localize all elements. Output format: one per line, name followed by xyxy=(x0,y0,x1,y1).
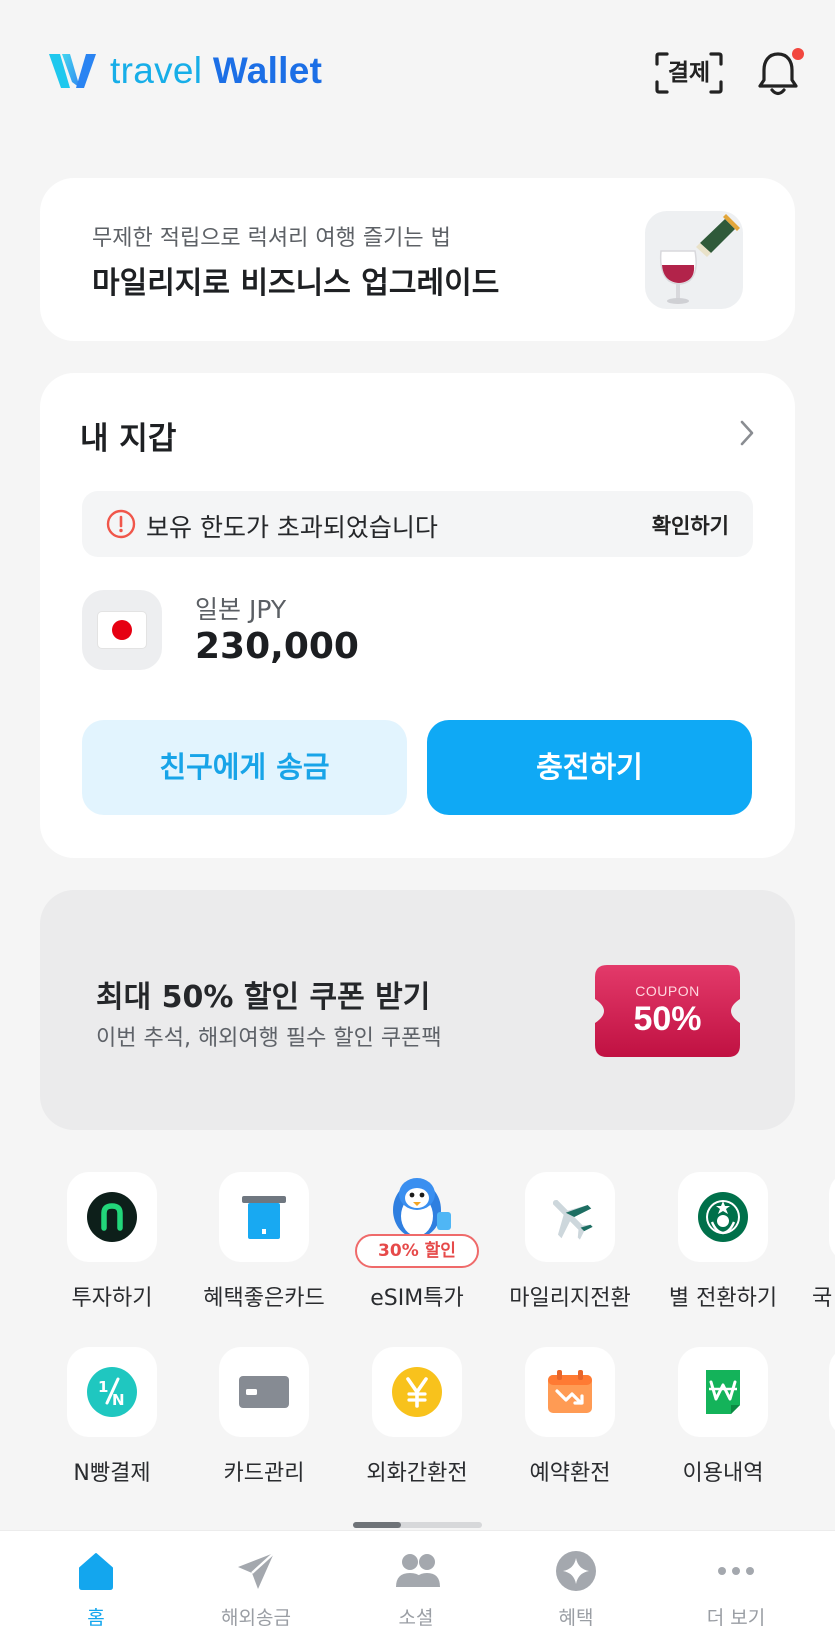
wallet-header-link[interactable]: 내 지갑 xyxy=(80,413,755,457)
shortcut-label: 투자하기 xyxy=(71,1286,153,1311)
logo-text-travel: travel xyxy=(110,50,203,91)
tab-remittance[interactable]: 해외송금 xyxy=(176,1531,336,1638)
split-pay-icon: 1 N xyxy=(87,1367,137,1417)
tab-label: 해외송금 xyxy=(221,1607,291,1629)
people-icon xyxy=(396,1554,440,1587)
currency-name: 일본 JPY xyxy=(195,595,287,624)
tile: 1 N xyxy=(67,1347,157,1437)
svg-text:N: N xyxy=(112,1391,125,1409)
shortcut-label: 혜택좋은카드 xyxy=(203,1286,325,1311)
info-icon xyxy=(106,509,136,539)
tile xyxy=(372,1347,462,1437)
app-header: travel Wallet 결제 xyxy=(0,0,835,150)
shortcut-fx-exchange[interactable]: 외화간환전 xyxy=(341,1347,493,1497)
tab-home[interactable]: 홈 xyxy=(16,1531,176,1638)
bottom-tab-bar: 홈 해외송금 소셜 혜택 더 보기 xyxy=(0,1530,835,1638)
notification-dot xyxy=(792,48,804,60)
home-icon xyxy=(79,1553,113,1590)
shortcut-label: 마일리지전환 xyxy=(509,1286,631,1311)
shortcut-label: 외화간환전 xyxy=(366,1461,468,1486)
send-to-friend-button[interactable]: 친구에게 송금 xyxy=(82,720,407,815)
limit-exceeded-notice: 보유 한도가 초과되었습니다 확인하기 xyxy=(82,491,753,557)
card-manage-icon xyxy=(239,1376,289,1408)
japan-flag-icon xyxy=(98,612,146,648)
tab-benefits[interactable]: 혜택 xyxy=(496,1531,656,1638)
tile xyxy=(525,1172,615,1262)
shortcut-partial-label: 국 xyxy=(812,1286,833,1311)
tab-social[interactable]: 소셜 xyxy=(336,1531,496,1638)
shortcut-reserve-exchange[interactable]: 예약환전 xyxy=(494,1347,646,1497)
invest-icon xyxy=(87,1192,137,1242)
tile xyxy=(219,1172,309,1262)
logo-text: travel Wallet xyxy=(110,50,322,92)
shortcut-split-pay[interactable]: 1 N N빵결제 xyxy=(36,1347,188,1497)
won-receipt-icon xyxy=(706,1370,740,1414)
tile xyxy=(67,1172,157,1262)
wallet-title: 내 지갑 xyxy=(80,421,177,457)
notice-confirm-link[interactable]: 확인하기 xyxy=(652,510,729,540)
tab-label: 더 보기 xyxy=(706,1607,766,1629)
currency-amount: 230,000 xyxy=(195,626,359,667)
shortcut-mileage[interactable]: 마일리지전환 xyxy=(494,1172,646,1322)
shortcut-invest[interactable]: 투자하기 xyxy=(36,1172,188,1322)
shortcut-history[interactable]: 이용내역 xyxy=(647,1347,799,1497)
more-icon xyxy=(718,1567,754,1575)
shortcut-label: 이용내역 xyxy=(682,1461,764,1486)
send-plane-icon xyxy=(238,1552,275,1589)
coupon-ticket-percent: 50% xyxy=(633,1000,702,1038)
shortcut-esim[interactable]: 30% 할인 eSIM특가 xyxy=(341,1172,493,1322)
tile xyxy=(678,1347,768,1437)
currency-balance-row[interactable]: 일본 JPY 230,000 xyxy=(82,590,753,672)
tab-label: 혜택 xyxy=(558,1607,594,1629)
pay-label: 결제 xyxy=(667,60,711,86)
qr-pay-button[interactable]: 결제 xyxy=(655,52,723,94)
promo-subtitle: 무제한 적립으로 럭셔리 여행 즐기는 법 xyxy=(92,226,451,251)
shortcut-starbucks[interactable]: 별 전환하기 xyxy=(647,1172,799,1322)
calendar-exchange-icon xyxy=(548,1370,592,1413)
airplane-icon xyxy=(552,1199,593,1240)
tile xyxy=(678,1172,768,1262)
promo-title: 마일리지로 비즈니스 업그레이드 xyxy=(92,266,500,301)
penguin-esim-icon xyxy=(393,1178,451,1241)
flag-container xyxy=(82,590,162,670)
coupon-banner[interactable]: 최대 50% 할인 쿠폰 받기 이번 추석, 해외여행 필수 할인 쿠폰팩 CO… xyxy=(40,890,795,1130)
coupon-title: 최대 50% 할인 쿠폰 받기 xyxy=(96,980,431,1015)
shortcut-scroll-indicator xyxy=(353,1522,482,1528)
shortcut-label: 예약환전 xyxy=(529,1461,611,1486)
tile xyxy=(219,1347,309,1437)
tab-more[interactable]: 더 보기 xyxy=(656,1531,816,1638)
coupon-ticket-label: COUPON xyxy=(635,983,700,999)
wine-glass-illustration xyxy=(645,211,743,309)
my-wallet-card: 내 지갑 보유 한도가 초과되었습니다 확인하기 일본 JPY 230,000 … xyxy=(40,373,795,858)
tab-label: 소셜 xyxy=(398,1607,434,1629)
charge-button[interactable]: 충전하기 xyxy=(427,720,752,815)
notice-text: 보유 한도가 초과되었습니다 xyxy=(146,513,438,542)
shortcut-label: 별 전환하기 xyxy=(668,1286,778,1311)
yen-coin-icon xyxy=(392,1367,442,1417)
shortcut-card-manage[interactable]: 카드관리 xyxy=(188,1347,340,1497)
shortcut-label: N빵결제 xyxy=(73,1461,151,1486)
shortcut-partial-tile[interactable] xyxy=(829,1172,835,1262)
scroll-thumb xyxy=(353,1522,401,1528)
logo-text-wallet: Wallet xyxy=(212,50,323,91)
coupon-subtitle: 이번 추석, 해외여행 필수 할인 쿠폰팩 xyxy=(96,1026,442,1051)
chevron-right-icon xyxy=(740,420,754,446)
flag-sun xyxy=(112,620,132,640)
card-benefit-icon xyxy=(242,1196,286,1239)
shortcut-partial-tile[interactable] xyxy=(829,1347,835,1437)
shortcut-label: eSIM특가 xyxy=(370,1286,464,1311)
tile xyxy=(525,1347,615,1437)
svg-text:1: 1 xyxy=(98,1378,108,1396)
shortcut-label: 카드관리 xyxy=(223,1461,305,1486)
promo-banner[interactable]: 무제한 적립으로 럭셔리 여행 즐기는 법 마일리지로 비즈니스 업그레이드 xyxy=(40,178,795,341)
discount-badge: 30% 할인 xyxy=(355,1234,479,1268)
starbucks-icon xyxy=(698,1192,748,1242)
tab-label: 홈 xyxy=(87,1607,105,1629)
shortcut-benefit-card[interactable]: 혜택좋은카드 xyxy=(188,1172,340,1322)
travel-wallet-logo: travel Wallet xyxy=(46,50,322,92)
sparkle-icon xyxy=(556,1551,596,1591)
logo-w-icon xyxy=(49,54,96,88)
